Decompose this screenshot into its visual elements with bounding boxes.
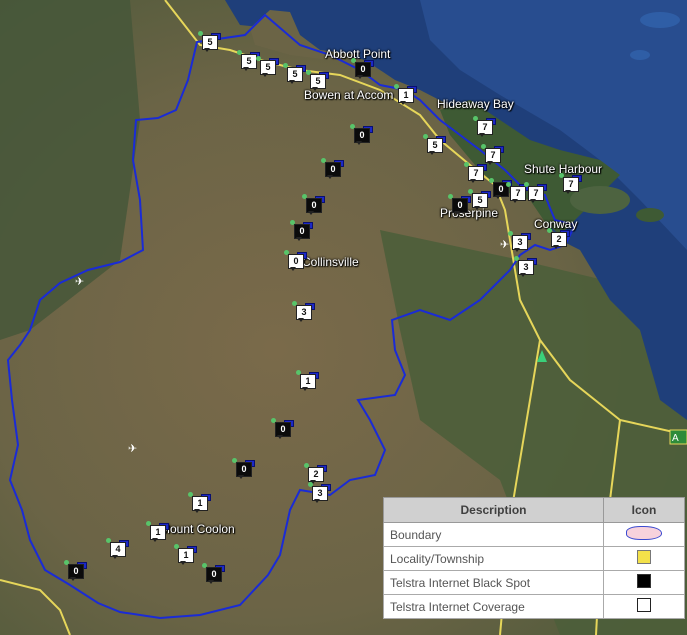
legend-label-black-spot: Telstra Internet Black Spot	[383, 570, 604, 595]
map-marker[interactable]: 7	[473, 116, 496, 137]
map-marker[interactable]: 5	[198, 31, 221, 52]
map-marker[interactable]: 5	[237, 50, 260, 71]
legend-label-coverage: Telstra Internet Coverage	[383, 594, 604, 619]
map-marker[interactable]: 3	[292, 301, 315, 322]
map-marker[interactable]: 7	[559, 173, 582, 194]
map-marker[interactable]: 1	[296, 370, 319, 391]
airport-icon: ✈	[500, 238, 509, 251]
map-marker[interactable]: 1	[146, 521, 169, 542]
map-marker[interactable]: 0	[350, 124, 373, 145]
map-view[interactable]: ✈ ✈ ✈ A Abbott Point Bowen at Accom Hide…	[0, 0, 687, 635]
airport-icon: ✈	[128, 442, 137, 455]
map-marker[interactable]: 7	[481, 144, 504, 165]
map-marker[interactable]: 7	[524, 182, 547, 203]
map-marker[interactable]: 3	[514, 256, 537, 277]
map-marker[interactable]: 0	[284, 250, 307, 271]
map-legend: Description Icon Boundary Locality/Towns…	[383, 497, 685, 619]
place-label-abbott-point: Abbott Point	[325, 47, 391, 61]
map-marker[interactable]: 5	[306, 70, 329, 91]
map-marker[interactable]: 2	[547, 228, 570, 249]
map-marker[interactable]: 0	[290, 220, 313, 241]
map-marker[interactable]: 5	[468, 189, 491, 210]
map-marker[interactable]: 0	[64, 560, 87, 581]
map-marker[interactable]: 4	[106, 538, 129, 559]
place-label-hideaway-bay: Hideaway Bay	[437, 97, 514, 111]
map-marker[interactable]: 7	[464, 162, 487, 183]
map-marker[interactable]: 0	[232, 458, 255, 479]
airport-icon: ✈	[75, 275, 84, 288]
map-marker[interactable]: 1	[394, 84, 417, 105]
coverage-icon	[637, 598, 651, 612]
legend-label-boundary: Boundary	[383, 522, 604, 547]
legend-header-icon: Icon	[603, 497, 685, 523]
map-marker[interactable]: 0	[321, 158, 344, 179]
map-marker[interactable]: 3	[308, 482, 331, 503]
black-spot-icon	[637, 574, 651, 588]
map-marker[interactable]: 5	[283, 63, 306, 84]
map-marker[interactable]: 5	[423, 134, 446, 155]
place-label-collinsville: Collinsville	[302, 255, 359, 269]
map-marker[interactable]: 1	[188, 492, 211, 513]
map-marker[interactable]: 0	[202, 563, 225, 584]
map-marker[interactable]: 3	[508, 231, 531, 252]
boundary-swatch-icon	[626, 526, 662, 540]
yellow-pushpin-icon	[637, 550, 651, 564]
map-marker[interactable]: 1	[174, 544, 197, 565]
highway-sign-label: A	[672, 433, 679, 444]
place-label-mount-coolon: Mount Coolon	[160, 522, 235, 536]
place-label-conway: Conway	[534, 217, 578, 231]
map-marker[interactable]: 0	[302, 194, 325, 215]
map-marker[interactable]: 5	[256, 56, 279, 77]
map-marker[interactable]: 0	[351, 58, 374, 79]
map-marker[interactable]: 0	[271, 418, 294, 439]
map-marker[interactable]: 0	[448, 194, 471, 215]
legend-label-locality: Locality/Township	[383, 546, 604, 571]
legend-header-description: Description	[383, 497, 604, 523]
map-marker[interactable]: 2	[304, 463, 327, 484]
